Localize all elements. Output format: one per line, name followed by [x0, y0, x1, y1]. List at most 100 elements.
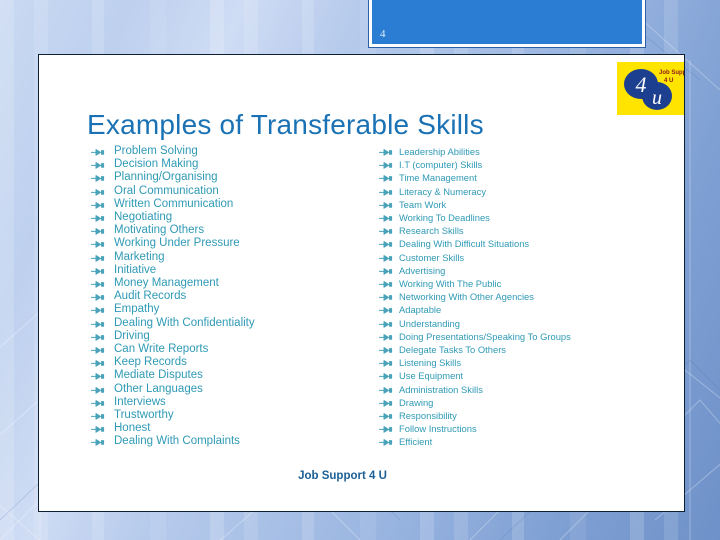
arrow-bullet-icon	[91, 356, 114, 369]
svg-text:Job Support: Job Support	[659, 70, 684, 76]
skill-label: Adaptable	[399, 304, 442, 316]
skills-list-left: Problem Solving Decision Making Planning/O…	[91, 145, 371, 449]
arrow-bullet-icon	[379, 251, 399, 264]
skill-list-item: Responsibility	[379, 409, 679, 422]
arrow-bullet-icon	[379, 158, 399, 171]
arrow-bullet-icon	[379, 277, 399, 290]
arrow-bullet-icon	[91, 158, 114, 171]
slide-number-banner-fill: 4	[372, 0, 642, 44]
skill-list-item: Time Management	[379, 171, 679, 184]
skill-list-item: Problem Solving	[91, 145, 371, 158]
skill-label: Driving	[114, 329, 150, 342]
skill-label: Advertising	[399, 264, 446, 276]
skill-list-item: Administration Skills	[379, 383, 679, 396]
skills-list-right: Leadership Abilities I.T (computer) Skill…	[379, 145, 679, 449]
skill-list-item: Listening Skills	[379, 356, 679, 369]
skill-label: Dealing With Complaints	[114, 435, 240, 448]
skill-list-item: Mediate Disputes	[91, 369, 371, 382]
skill-list-item: Follow Instructions	[379, 422, 679, 435]
skill-list-item: Money Management	[91, 277, 371, 290]
slide-content-panel: 4 u Job Support 4 U Examples of Transfer…	[38, 54, 685, 512]
arrow-bullet-icon	[91, 237, 114, 250]
arrow-bullet-icon	[379, 224, 399, 237]
skill-list-item: Customer Skills	[379, 251, 679, 264]
arrow-bullet-icon	[91, 185, 114, 198]
arrow-bullet-icon	[91, 198, 114, 211]
arrow-bullet-icon	[91, 422, 114, 435]
skill-list-item: Delegate Tasks To Others	[379, 343, 679, 356]
arrow-bullet-icon	[379, 343, 399, 356]
skill-label: Honest	[114, 422, 151, 435]
skill-label: Doing Presentations/Speaking To Groups	[399, 330, 571, 342]
skill-label: Efficient	[399, 436, 433, 448]
skill-label: Working To Deadlines	[399, 212, 490, 224]
arrow-bullet-icon	[91, 396, 114, 409]
arrow-bullet-icon	[379, 422, 399, 435]
skill-label: Motivating Others	[114, 224, 205, 237]
skill-label: Responsibility	[399, 410, 457, 422]
slide-number-banner: 4	[368, 0, 646, 48]
skill-list-item: Dealing With Complaints	[91, 435, 371, 448]
skill-label: Keep Records	[114, 356, 187, 369]
skill-list-item: Marketing	[91, 251, 371, 264]
skill-label: Dealing With Confidentiality	[114, 316, 255, 329]
skill-list-item: Use Equipment	[379, 369, 679, 382]
skill-label: Negotiating	[114, 211, 173, 224]
presentation-slide: 4 4 u Job Support 4 U Examples of Transf…	[0, 0, 720, 540]
arrow-bullet-icon	[379, 185, 399, 198]
skill-list-item: Audit Records	[91, 290, 371, 303]
skill-list-item: I.T (computer) Skills	[379, 158, 679, 171]
skill-list-item: Working To Deadlines	[379, 211, 679, 224]
skill-label: Research Skills	[399, 225, 464, 237]
skill-label: Understanding	[399, 317, 460, 329]
arrow-bullet-icon	[91, 303, 114, 316]
arrow-bullet-icon	[379, 145, 399, 158]
skill-label: Problem Solving	[114, 145, 198, 157]
skill-list-item: Advertising	[379, 264, 679, 277]
skill-label: Dealing With Difficult Situations	[399, 238, 530, 250]
skill-list-item: Leadership Abilities	[379, 145, 679, 158]
arrow-bullet-icon	[91, 435, 114, 448]
skill-label: Other Languages	[114, 382, 203, 395]
skill-label: I.T (computer) Skills	[399, 159, 483, 171]
skill-list-item: Drawing	[379, 396, 679, 409]
svg-text:4: 4	[636, 72, 647, 97]
skill-list-item: Other Languages	[91, 383, 371, 396]
skill-label: Working With The Public	[399, 278, 502, 290]
footer-branding: Job Support 4 U	[298, 470, 387, 482]
arrow-bullet-icon	[91, 290, 114, 303]
skill-label: Use Equipment	[399, 370, 464, 382]
job-support-4u-logo: 4 u Job Support 4 U	[617, 62, 684, 115]
skill-label: Mediate Disputes	[114, 369, 203, 382]
skill-list-item: Understanding	[379, 317, 679, 330]
skill-list-item: Research Skills	[379, 224, 679, 237]
skill-list-item: Can Write Reports	[91, 343, 371, 356]
skill-list-item: Honest	[91, 422, 371, 435]
arrow-bullet-icon	[91, 251, 114, 264]
skill-list-item: Motivating Others	[91, 224, 371, 237]
skill-label: Working Under Pressure	[114, 237, 240, 250]
arrow-bullet-icon	[379, 211, 399, 224]
skill-label: Time Management	[399, 172, 477, 184]
skill-list-item: Oral Communication	[91, 185, 371, 198]
skill-label: Marketing	[114, 250, 165, 263]
skill-list-item: Empathy	[91, 303, 371, 316]
skill-label: Leadership Abilities	[399, 146, 480, 157]
arrow-bullet-icon	[379, 171, 399, 184]
svg-text:4 U: 4 U	[664, 78, 673, 84]
arrow-bullet-icon	[379, 290, 399, 303]
skill-label: Can Write Reports	[114, 343, 209, 356]
arrow-bullet-icon	[91, 171, 114, 184]
skill-label: Empathy	[114, 303, 160, 316]
skills-columns: Problem Solving Decision Making Planning/O…	[39, 145, 684, 465]
skill-list-item: Team Work	[379, 198, 679, 211]
skill-label: Money Management	[114, 277, 219, 290]
skill-label: Trustworthy	[114, 409, 174, 422]
arrow-bullet-icon	[379, 383, 399, 396]
skill-list-item: Efficient	[379, 435, 679, 448]
skill-label: Written Communication	[114, 197, 234, 210]
skill-label: Literacy & Numeracy	[399, 185, 487, 197]
arrow-bullet-icon	[379, 317, 399, 330]
skill-label: Customer Skills	[399, 251, 465, 263]
skill-label: Oral Communication	[114, 184, 219, 197]
